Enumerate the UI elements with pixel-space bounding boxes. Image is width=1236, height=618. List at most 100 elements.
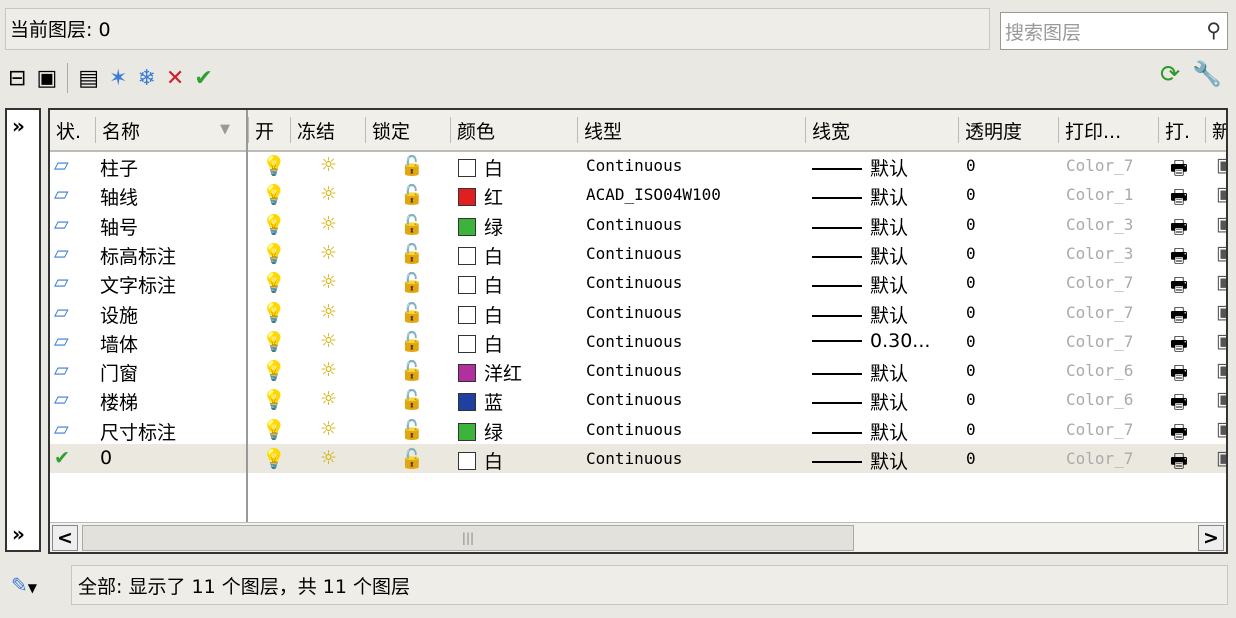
new-vp-freeze-icon[interactable]: ▣ <box>1216 301 1226 323</box>
linetype[interactable]: Continuous <box>586 156 682 175</box>
horizontal-scrollbar[interactable]: < ||| > <box>50 522 1226 552</box>
unlock-icon[interactable]: 🔓 <box>400 183 424 206</box>
plot-style[interactable]: Color_7 <box>1066 420 1133 439</box>
thaw-sun-icon[interactable]: ☼ <box>320 271 337 293</box>
table-row[interactable]: ▱ 设施 💡 ☼ 🔓 白 Continuous 默认 0 Color_7 🖶 ▣ <box>50 298 1226 327</box>
table-row[interactable]: ▱ 尺寸标注 💡 ☼ 🔓 绿 Continuous 默认 0 Color_7 🖶… <box>50 415 1226 444</box>
new-vp-freeze-icon[interactable]: ▣ <box>1216 242 1226 264</box>
column-header[interactable]: 新 <box>1205 117 1226 143</box>
layer-color[interactable]: 白 <box>458 242 503 269</box>
transparency[interactable]: 0 <box>966 156 976 175</box>
thaw-sun-icon[interactable]: ☼ <box>320 330 337 352</box>
layer-name[interactable]: 标高标注 <box>100 242 176 269</box>
layer-states-manager-icon[interactable]: ▤ <box>78 66 99 91</box>
thaw-sun-icon[interactable]: ☼ <box>320 301 337 323</box>
thaw-sun-icon[interactable]: ☼ <box>320 418 337 440</box>
layer-name[interactable]: 轴号 <box>100 213 138 240</box>
column-header[interactable]: 名称 <box>95 117 140 143</box>
new-property-filter-icon[interactable]: ⊟ <box>8 66 26 91</box>
thaw-sun-icon[interactable]: ☼ <box>320 447 337 469</box>
new-vp-freeze-icon[interactable]: ▣ <box>1216 388 1226 410</box>
unlock-icon[interactable]: 🔓 <box>400 418 424 441</box>
plot-style[interactable]: Color_7 <box>1066 156 1133 175</box>
plot-style[interactable]: Color_7 <box>1066 303 1133 322</box>
unlock-icon[interactable]: 🔓 <box>400 271 424 294</box>
table-row[interactable]: ▱ 轴号 💡 ☼ 🔓 绿 Continuous 默认 0 Color_3 🖶 ▣ <box>50 210 1226 239</box>
thaw-sun-icon[interactable]: ☼ <box>320 359 337 381</box>
table-row[interactable]: ▱ 门窗 💡 ☼ 🔓 洋红 Continuous 默认 0 Color_6 🖶 … <box>50 356 1226 385</box>
layer-color[interactable]: 红 <box>458 183 503 210</box>
new-vp-freeze-icon[interactable]: ▣ <box>1216 183 1226 205</box>
expand-bottom-icon[interactable]: » <box>12 522 25 546</box>
new-vp-freeze-icon[interactable]: ▣ <box>1216 213 1226 235</box>
on-bulb-icon[interactable]: 💡 <box>262 418 286 441</box>
plot-style[interactable]: Color_6 <box>1066 361 1133 380</box>
new-vp-freeze-icon[interactable]: ▣ <box>1216 418 1226 440</box>
column-header[interactable]: 线型 <box>577 117 622 143</box>
column-header[interactable]: 锁定 <box>365 117 410 143</box>
unlock-icon[interactable]: 🔓 <box>400 447 424 470</box>
new-layer-frozen-icon[interactable]: ❄ <box>137 66 155 91</box>
plot-style[interactable]: Color_7 <box>1066 273 1133 292</box>
column-header[interactable]: 线宽 <box>805 117 850 143</box>
on-bulb-icon[interactable]: 💡 <box>262 213 286 236</box>
layer-color[interactable]: 白 <box>458 330 503 357</box>
lineweight[interactable]: 默认 <box>812 447 908 474</box>
layer-color[interactable]: 绿 <box>458 418 503 445</box>
layer-color[interactable]: 白 <box>458 301 503 328</box>
thaw-sun-icon[interactable]: ☼ <box>320 154 337 176</box>
filter-dropdown-icon[interactable]: ✎▼ <box>5 567 73 617</box>
transparency[interactable]: 0 <box>966 244 976 263</box>
delete-layer-icon[interactable]: ✕ <box>166 66 184 91</box>
layer-name[interactable]: 柱子 <box>100 154 138 181</box>
expand-icon[interactable]: » <box>12 114 25 138</box>
lineweight[interactable]: 0.30... <box>812 330 930 352</box>
plot-style[interactable]: Color_3 <box>1066 244 1133 263</box>
linetype[interactable]: Continuous <box>586 244 682 263</box>
transparency[interactable]: 0 <box>966 361 976 380</box>
linetype[interactable]: ACAD_ISO04W100 <box>586 185 721 204</box>
layer-color[interactable]: 白 <box>458 271 503 298</box>
linetype[interactable]: Continuous <box>586 361 682 380</box>
table-row[interactable]: ✔ 0 💡 ☼ 🔓 白 Continuous 默认 0 Color_7 🖶 ▣ <box>50 444 1226 473</box>
new-layer-icon[interactable]: ✶ <box>109 66 127 91</box>
lineweight[interactable]: 默认 <box>812 388 908 415</box>
on-bulb-icon[interactable]: 💡 <box>262 242 286 265</box>
layer-name[interactable]: 墙体 <box>100 330 138 357</box>
plot-style[interactable]: Color_6 <box>1066 390 1133 409</box>
layer-name[interactable]: 门窗 <box>100 359 138 386</box>
thaw-sun-icon[interactable]: ☼ <box>320 183 337 205</box>
on-bulb-icon[interactable]: 💡 <box>262 154 286 177</box>
transparency[interactable]: 0 <box>966 390 976 409</box>
layer-name[interactable]: 文字标注 <box>100 271 176 298</box>
transparency[interactable]: 0 <box>966 303 976 322</box>
scroll-right-button[interactable]: > <box>1198 525 1224 551</box>
frozen-column-divider[interactable] <box>246 110 248 552</box>
layer-color[interactable]: 蓝 <box>458 388 503 415</box>
linetype[interactable]: Continuous <box>586 390 682 409</box>
lineweight[interactable]: 默认 <box>812 418 908 445</box>
settings-wrench-icon[interactable]: 🔧 <box>1192 60 1222 88</box>
column-header[interactable]: 冻结 <box>290 117 335 143</box>
unlock-icon[interactable]: 🔓 <box>400 301 424 324</box>
sort-arrow-icon[interactable]: ▼ <box>220 122 230 137</box>
new-group-filter-icon[interactable]: ▣ <box>36 66 57 91</box>
linetype[interactable]: Continuous <box>586 303 682 322</box>
table-row[interactable]: ▱ 文字标注 💡 ☼ 🔓 白 Continuous 默认 0 Color_7 🖶… <box>50 268 1226 297</box>
table-row[interactable]: ▱ 柱子 💡 ☼ 🔓 白 Continuous 默认 0 Color_7 🖶 ▣ <box>50 151 1226 180</box>
unlock-icon[interactable]: 🔓 <box>400 359 424 382</box>
table-row[interactable]: ▱ 轴线 💡 ☼ 🔓 红 ACAD_ISO04W100 默认 0 Color_1… <box>50 180 1226 209</box>
linetype[interactable]: Continuous <box>586 273 682 292</box>
lineweight[interactable]: 默认 <box>812 301 908 328</box>
unlock-icon[interactable]: 🔓 <box>400 330 424 353</box>
transparency[interactable]: 0 <box>966 273 976 292</box>
plot-style[interactable]: Color_7 <box>1066 332 1133 351</box>
refresh-icon[interactable]: ⟳ <box>1160 60 1180 88</box>
unlock-icon[interactable]: 🔓 <box>400 242 424 265</box>
on-bulb-icon[interactable]: 💡 <box>262 183 286 206</box>
new-vp-freeze-icon[interactable]: ▣ <box>1216 447 1226 469</box>
transparency[interactable]: 0 <box>966 332 976 351</box>
on-bulb-icon[interactable]: 💡 <box>262 301 286 324</box>
new-vp-freeze-icon[interactable]: ▣ <box>1216 359 1226 381</box>
new-vp-freeze-icon[interactable]: ▣ <box>1216 330 1226 352</box>
